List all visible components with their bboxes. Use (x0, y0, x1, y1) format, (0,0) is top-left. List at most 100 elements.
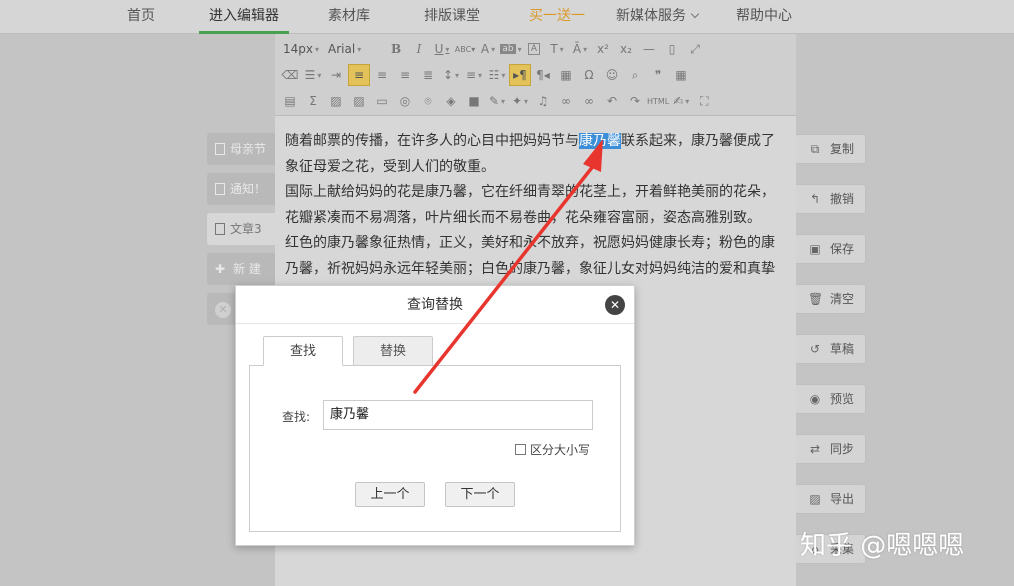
sum-icon[interactable]: Σ (302, 90, 324, 112)
search-replace-icon[interactable]: ⌕ (624, 64, 646, 86)
sync-button[interactable]: ⇄ 同步 (796, 434, 866, 464)
fullscreen-icon[interactable]: ⤢ (684, 38, 706, 60)
undo-arrow-icon[interactable]: ↶ (601, 90, 623, 112)
outdent-icon[interactable]: ⇥ (325, 64, 347, 86)
link-icon[interactable]: ∞ (555, 90, 577, 112)
font-size-select[interactable]: 14px (279, 38, 323, 60)
nav-promo[interactable]: 买一送一 (529, 0, 585, 34)
strikethrough-icon[interactable]: ABC▾ (454, 38, 476, 60)
horizontal-rule-icon[interactable]: — (638, 38, 660, 60)
italic-icon[interactable]: I (408, 38, 430, 60)
find-replace-dialog: 查询替换 ✕ 查找 替换 查找: 康乃馨 区分大小写 上一个 下一个 (235, 285, 635, 546)
new-doc-button[interactable]: ✚ 新 建 (207, 253, 275, 285)
preview-button[interactable]: ◉ 预览 (796, 384, 866, 414)
save-icon: ▣ (809, 242, 821, 256)
video-icon[interactable]: ■ (463, 90, 485, 112)
save-button[interactable]: ▣ 保存 (796, 234, 866, 264)
prev-button[interactable]: 上一个 (355, 482, 425, 507)
subscript-icon[interactable]: x₂ (615, 38, 637, 60)
image-icon[interactable]: ▨ (325, 90, 347, 112)
content-line: 象征母爱之花，受到人们的敬重。 (285, 158, 495, 175)
document-icon (215, 143, 225, 155)
template-icon[interactable]: ▤ (279, 90, 301, 112)
toolbar-row-2: ⌫ ☰ ⇥ ≡ ≡ ≡ ≣ ↕ ≡ ☷ ▸¶ ¶◂ ▦ Ω ☺ ⌕ ❞ ▦ (279, 63, 693, 87)
nav-help[interactable]: 帮助中心 (736, 0, 792, 34)
rtl-direction-icon[interactable]: ¶◂ (532, 64, 554, 86)
content-line: 花瓣紧凑而不易凋落，叶片细长而不易卷曲，花朵雍容富丽，姿态高雅别致。 (285, 209, 761, 226)
dialog-title: 查询替换 (236, 286, 634, 324)
nav-media-services[interactable]: 新媒体服务 (616, 0, 700, 34)
ltr-direction-icon[interactable]: ▸¶ (509, 64, 531, 86)
location-icon[interactable]: ◈ (440, 90, 462, 112)
indent-icon[interactable]: ☰ (302, 64, 324, 86)
plus-icon: ✚ (215, 262, 226, 276)
html-source-icon[interactable]: HTML (647, 90, 669, 112)
underline-icon[interactable]: U (431, 38, 453, 60)
paragraph-spacing-icon[interactable]: ≡ (463, 64, 485, 86)
match-case-checkbox[interactable] (515, 444, 526, 455)
copy-button[interactable]: ⧉ 复制 (796, 134, 866, 164)
match-case-option[interactable]: 区分大小写 (515, 441, 590, 458)
frame-icon[interactable]: ▭ (371, 90, 393, 112)
background-color-icon[interactable]: ab (500, 38, 522, 60)
unlink-icon[interactable]: ∞ (578, 90, 600, 112)
text-style-icon[interactable]: T (546, 38, 568, 60)
doc-item-article3[interactable]: 文章3 (207, 213, 275, 245)
align-justify-icon[interactable]: ≣ (417, 64, 439, 86)
nav-course[interactable]: 排版课堂 (424, 0, 480, 34)
gallery-icon[interactable]: ▨ (348, 90, 370, 112)
shape-icon[interactable]: ◎ (394, 90, 416, 112)
chevron-down-icon (690, 9, 700, 19)
export-button[interactable]: ▨ 导出 (796, 484, 866, 514)
align-center-icon[interactable]: ≡ (371, 64, 393, 86)
tab-replace[interactable]: 替换 (353, 336, 433, 366)
bold-icon[interactable]: B (385, 38, 407, 60)
superscript-icon[interactable]: x² (592, 38, 614, 60)
save-label: 保存 (830, 242, 855, 256)
find-label: 查找: (282, 410, 311, 424)
eraser-icon[interactable]: ⌫ (279, 64, 301, 86)
brush-icon[interactable]: ✎ (486, 90, 508, 112)
content-line: 乃馨，祈祝妈妈永远年轻美丽；白色的康乃馨，象征儿女对妈妈纯洁的爱和真挚 (285, 260, 775, 277)
doc-item-label: 通知！ (230, 182, 267, 196)
eye-icon: ◉ (809, 392, 821, 406)
next-button[interactable]: 下一个 (445, 482, 515, 507)
line-height-icon[interactable]: ↕ (440, 64, 462, 86)
doc-item-notice[interactable]: 通知！ (207, 173, 275, 205)
editor-content[interactable]: 随着邮票的传播，在许多人的心目中把妈妈节与康乃馨联系起来，康乃馨便成了 象征母爱… (285, 129, 785, 282)
align-right-icon[interactable]: ≡ (394, 64, 416, 86)
draft-button[interactable]: ↺ 草稿 (796, 334, 866, 364)
undo-button[interactable]: ↰ 撤销 (796, 184, 866, 214)
content-line: 红色的康乃馨象征热情，正义，美好和永不放弃，祝愿妈妈健康长寿；粉色的康 (285, 235, 775, 251)
quote-icon[interactable]: ❞ (647, 64, 669, 86)
copy-label: 复制 (830, 142, 855, 156)
edit-icon[interactable]: ✍ (670, 90, 692, 112)
tab-find[interactable]: 查找 (263, 336, 343, 366)
table-icon[interactable]: ▦ (670, 64, 692, 86)
map-icon[interactable]: ⌾ (417, 90, 439, 112)
expand-icon[interactable]: ⛶ (693, 90, 715, 112)
nav-materials[interactable]: 素材库 (328, 0, 370, 34)
letter-spacing-icon[interactable]: Ā (569, 38, 591, 60)
font-family-select[interactable]: Arial (324, 38, 384, 60)
special-char-icon[interactable]: Ω (578, 64, 600, 86)
align-left-icon[interactable]: ≡ (348, 64, 370, 86)
insert-image-icon[interactable]: ▦ (555, 64, 577, 86)
close-icon[interactable]: ✕ (605, 295, 625, 315)
emoji-icon[interactable]: ☺ (601, 64, 623, 86)
clear-button[interactable]: 🗑 清空 (796, 284, 866, 314)
font-color-icon[interactable]: A (477, 38, 499, 60)
music-icon[interactable]: ♫ (532, 90, 554, 112)
nav-home[interactable]: 首页 (127, 0, 155, 34)
list-icon[interactable]: ☷ (486, 64, 508, 86)
history-icon: ↺ (809, 342, 821, 356)
new-doc-label: 新 建 (233, 262, 261, 276)
page-icon[interactable]: ▯ (661, 38, 683, 60)
redo-arrow-icon[interactable]: ↷ (624, 90, 646, 112)
magic-wand-icon[interactable]: ✦ (509, 90, 531, 112)
text-border-icon[interactable]: A (523, 38, 545, 60)
nav-editor[interactable]: 进入编辑器 (199, 0, 289, 34)
doc-item-mothers-day[interactable]: 母亲节 (207, 133, 275, 165)
export-icon: ▨ (809, 492, 821, 506)
find-input[interactable]: 康乃馨 (323, 400, 593, 430)
